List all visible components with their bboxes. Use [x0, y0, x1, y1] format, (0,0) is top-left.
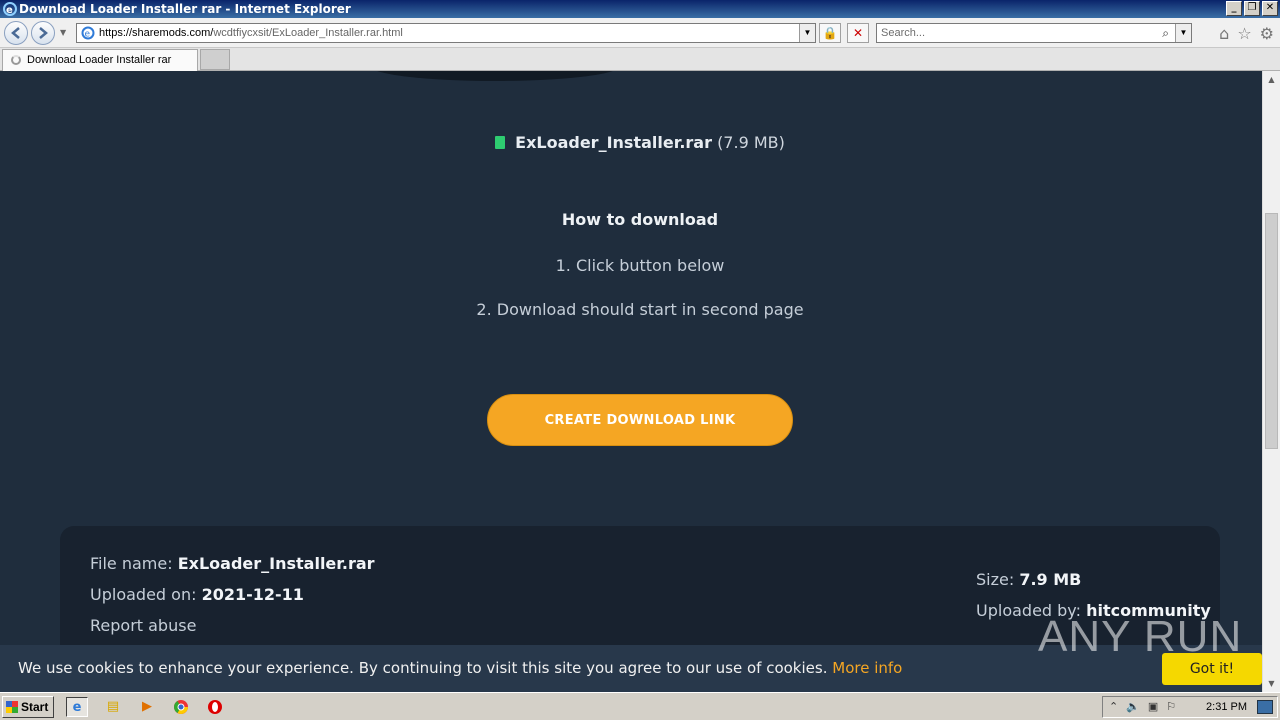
tab-label: Download Loader Installer rar	[27, 54, 172, 66]
size-label: Size:	[976, 570, 1015, 589]
close-button[interactable]: ✕	[1262, 1, 1278, 16]
start-button[interactable]: Start	[2, 696, 54, 718]
uploaded-on-value: 2021-12-11	[201, 585, 304, 604]
window-title: Download Loader Installer rar - Internet…	[19, 2, 351, 16]
new-tab-button[interactable]	[200, 49, 230, 70]
scroll-down-icon[interactable]: ▼	[1263, 675, 1280, 692]
gear-icon[interactable]: ⚙	[1260, 24, 1274, 43]
scroll-up-icon[interactable]: ▲	[1263, 71, 1280, 88]
header-decoration	[370, 71, 620, 81]
system-tray: ⌃🔈▣⚐ 2:31 PM	[1102, 696, 1278, 718]
taskbar-opera-icon[interactable]	[204, 697, 226, 717]
minimize-button[interactable]: _	[1226, 1, 1242, 16]
size-row: Size: 7.9 MB	[976, 570, 1081, 589]
window-controls: _ ❐ ✕	[1226, 1, 1278, 16]
ie-logo-icon: e	[3, 2, 17, 16]
search-icon[interactable]: ⌕	[1162, 24, 1169, 42]
back-arrow-icon	[11, 27, 20, 39]
opera-logo-icon	[208, 700, 222, 714]
show-desktop-icon[interactable]	[1257, 700, 1273, 714]
search-placeholder: Search...	[881, 27, 926, 39]
back-button[interactable]	[4, 21, 28, 45]
page-viewport: ExLoader_Installer.rar (7.9 MB) How to d…	[0, 71, 1262, 692]
file-heading: ExLoader_Installer.rar (7.9 MB)	[0, 133, 1262, 152]
window-titlebar: e Download Loader Installer rar - Intern…	[0, 0, 1280, 18]
file-heading-name: ExLoader_Installer.rar	[515, 133, 712, 152]
home-icon[interactable]: ⌂	[1219, 24, 1229, 43]
file-heading-size: (7.9 MB)	[717, 133, 785, 152]
taskbar-chrome-icon[interactable]	[170, 697, 192, 717]
favorites-star-icon[interactable]: ☆	[1237, 24, 1251, 43]
navigation-bar: ▼ e https://sharemods.com/wcdtfiycxsit/E…	[0, 18, 1280, 48]
cookie-more-info-link[interactable]: More info	[832, 659, 902, 677]
ie-page-icon: e	[81, 26, 95, 40]
search-dropdown-icon[interactable]: ▼	[1175, 24, 1191, 42]
address-bar[interactable]: e https://sharemods.com/wcdtfiycxsit/ExL…	[76, 23, 816, 43]
scroll-thumb[interactable]	[1265, 213, 1278, 449]
step-2-text: 2. Download should start in second page	[476, 300, 804, 319]
chrome-logo-icon	[174, 700, 188, 714]
step-1-text: 1. Click button below	[555, 256, 725, 275]
file-icon	[495, 136, 506, 149]
search-box[interactable]: Search... ⌕ ▼	[876, 23, 1192, 43]
uploaded-on-label: Uploaded on:	[90, 585, 197, 604]
toolbar-icons: ⌂ ☆ ⚙	[1219, 24, 1274, 43]
cookie-message: We use cookies to enhance your experienc…	[18, 659, 828, 677]
file-name-value: ExLoader_Installer.rar	[177, 554, 375, 573]
create-download-link-button[interactable]: CREATE DOWNLOAD LINK	[487, 394, 793, 446]
restore-button[interactable]: ❐	[1244, 1, 1260, 16]
loading-spinner-icon	[11, 55, 21, 65]
start-label: Start	[21, 700, 49, 714]
size-value: 7.9 MB	[1019, 570, 1082, 589]
file-name-row: File name: ExLoader_Installer.rar	[90, 554, 375, 573]
stop-button[interactable]: ✕	[847, 23, 869, 43]
taskbar: Start e ▤ ▶ ⌃🔈▣⚐ 2:31 PM	[0, 692, 1280, 720]
address-dropdown-icon[interactable]: ▼	[799, 24, 815, 42]
file-name-label: File name:	[90, 554, 173, 573]
history-dropdown-icon[interactable]: ▼	[60, 28, 66, 37]
taskbar-ie-icon[interactable]: e	[66, 697, 88, 717]
svg-text:e: e	[85, 30, 91, 40]
svg-text:e: e	[6, 5, 13, 16]
forward-button[interactable]	[31, 21, 55, 45]
how-to-title: How to download	[561, 210, 719, 229]
forward-arrow-icon	[39, 27, 48, 39]
uploaded-on-row: Uploaded on: 2021-12-11	[90, 585, 304, 604]
anyrun-watermark: ANY RUN	[1038, 612, 1243, 661]
taskbar-explorer-icon[interactable]: ▤	[102, 697, 124, 717]
url-path: wcdtfiycxsit/ExLoader_Installer.rar.html	[213, 27, 403, 39]
taskbar-media-player-icon[interactable]: ▶	[136, 697, 158, 717]
vertical-scrollbar[interactable]: ▲ ▼	[1262, 71, 1280, 692]
report-abuse-link[interactable]: Report abuse	[90, 616, 196, 635]
url-host: https://sharemods.com/	[99, 27, 214, 39]
tab-bar: Download Loader Installer rar	[0, 48, 1280, 71]
windows-logo-icon	[6, 701, 18, 713]
lock-icon[interactable]: 🔒	[819, 23, 841, 43]
tab-download-loader[interactable]: Download Loader Installer rar	[2, 49, 198, 71]
tray-icons[interactable]: ⌃🔈▣⚐	[1109, 697, 1184, 717]
clock: 2:31 PM	[1206, 701, 1247, 713]
